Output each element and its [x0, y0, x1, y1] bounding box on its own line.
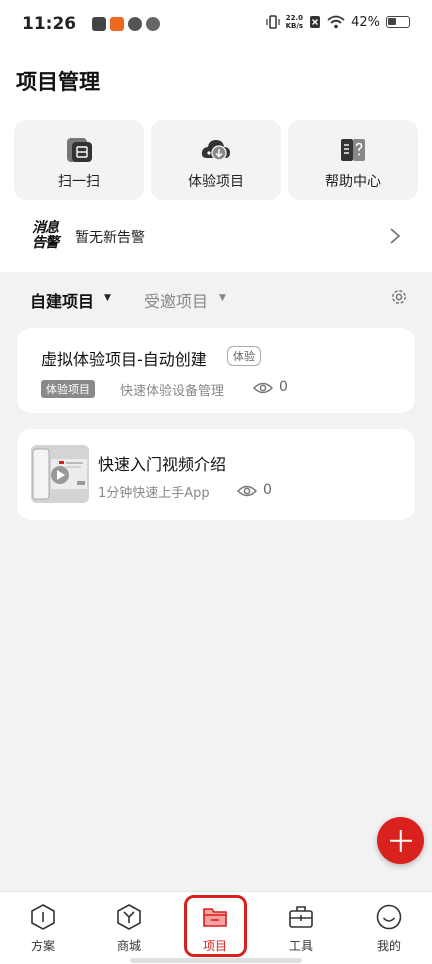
nav-item-mall[interactable]: 商城: [86, 892, 172, 964]
mail-notification-icon: [92, 17, 106, 31]
project-card[interactable]: 虚拟体验项目-自动创建 体验 体验项目 快速体验设备管理 0: [17, 328, 415, 413]
status-time: 11:26: [22, 14, 77, 34]
mall-icon: [117, 904, 141, 930]
battery-percent: 42%: [351, 14, 380, 30]
caret-down-icon[interactable]: ▼: [219, 293, 226, 303]
sync-notification-icon: [146, 17, 160, 31]
cloud-download-icon: [201, 140, 230, 161]
nav-active-highlight: [184, 895, 247, 957]
battery-icon: [386, 16, 410, 28]
project-tag: 体验项目: [41, 380, 95, 398]
eye-icon: [253, 382, 273, 394]
trial-badge: 体验: [227, 346, 261, 366]
net-speed-value: 22.0: [285, 14, 303, 22]
alert-logo-line2: 告警: [32, 235, 59, 251]
video-subtitle: 1分钟快速上手App: [98, 486, 210, 501]
video-views: 0: [263, 482, 272, 498]
scan-label: 扫一扫: [58, 174, 100, 190]
caret-down-icon[interactable]: ▼: [104, 293, 111, 303]
sim-off-icon: [310, 16, 321, 28]
notification-icons: [92, 17, 160, 31]
home-indicator: [130, 958, 302, 963]
page-title: 项目管理: [16, 70, 100, 94]
alert-logo: 消息 告警: [32, 221, 66, 253]
gear-icon[interactable]: [390, 288, 408, 306]
alert-row[interactable]: 消息 告警 暂无新告警: [0, 213, 432, 261]
scheme-icon: [31, 904, 55, 930]
nav-item-profile[interactable]: 我的: [346, 892, 432, 964]
wifi-icon: [327, 15, 345, 29]
alert-logo-line1: 消息: [32, 220, 59, 236]
net-speed-unit: KB/s: [285, 22, 304, 30]
help-center-button[interactable]: 帮助中心: [288, 120, 418, 200]
net-speed: 22.0 KB/s: [286, 14, 303, 30]
status-right: 22.0 KB/s 42%: [266, 14, 410, 30]
project-views: 0: [279, 379, 288, 395]
video-thumbnail-art: [31, 445, 89, 503]
eye-icon: [237, 485, 257, 497]
add-project-button[interactable]: [377, 817, 424, 864]
app-notification-icon: [110, 17, 124, 31]
nav-item-tools[interactable]: 工具: [258, 892, 344, 964]
vibrate-icon: [266, 15, 280, 29]
nav-label-profile: 我的: [376, 939, 401, 953]
trial-project-button[interactable]: 体验项目: [151, 120, 281, 200]
tab-invited-projects[interactable]: 受邀项目: [144, 288, 208, 312]
chat-notification-icon: [128, 17, 142, 31]
trial-project-label: 体验项目: [188, 174, 244, 190]
nav-label-scheme: 方案: [30, 939, 55, 953]
toolbox-icon: [289, 906, 313, 928]
help-book-icon: [341, 139, 365, 161]
tab-own-projects[interactable]: 自建项目: [30, 288, 94, 312]
chevron-right-icon: [390, 228, 401, 244]
nav-item-scheme[interactable]: 方案: [0, 892, 86, 964]
profile-icon: [376, 904, 402, 930]
help-center-label: 帮助中心: [325, 174, 381, 190]
status-bar: 11:26 22.0 KB/s 42%: [0, 0, 432, 52]
scan-icon: [67, 138, 92, 162]
bottom-nav: 方案 商城 项目 工具 我的: [0, 891, 432, 964]
alert-text: 暂无新告警: [75, 230, 145, 246]
scan-button[interactable]: 扫一扫: [14, 120, 144, 200]
video-title: 快速入门视频介绍: [98, 455, 227, 474]
project-desc: 快速体验设备管理: [120, 384, 225, 399]
nav-label-mall: 商城: [116, 939, 141, 953]
video-thumbnail: [31, 445, 89, 503]
nav-label-tools: 工具: [288, 939, 313, 953]
video-card[interactable]: 快速入门视频介绍 1分钟快速上手App 0: [17, 429, 415, 520]
project-name: 虚拟体验项目-自动创建: [41, 350, 207, 369]
